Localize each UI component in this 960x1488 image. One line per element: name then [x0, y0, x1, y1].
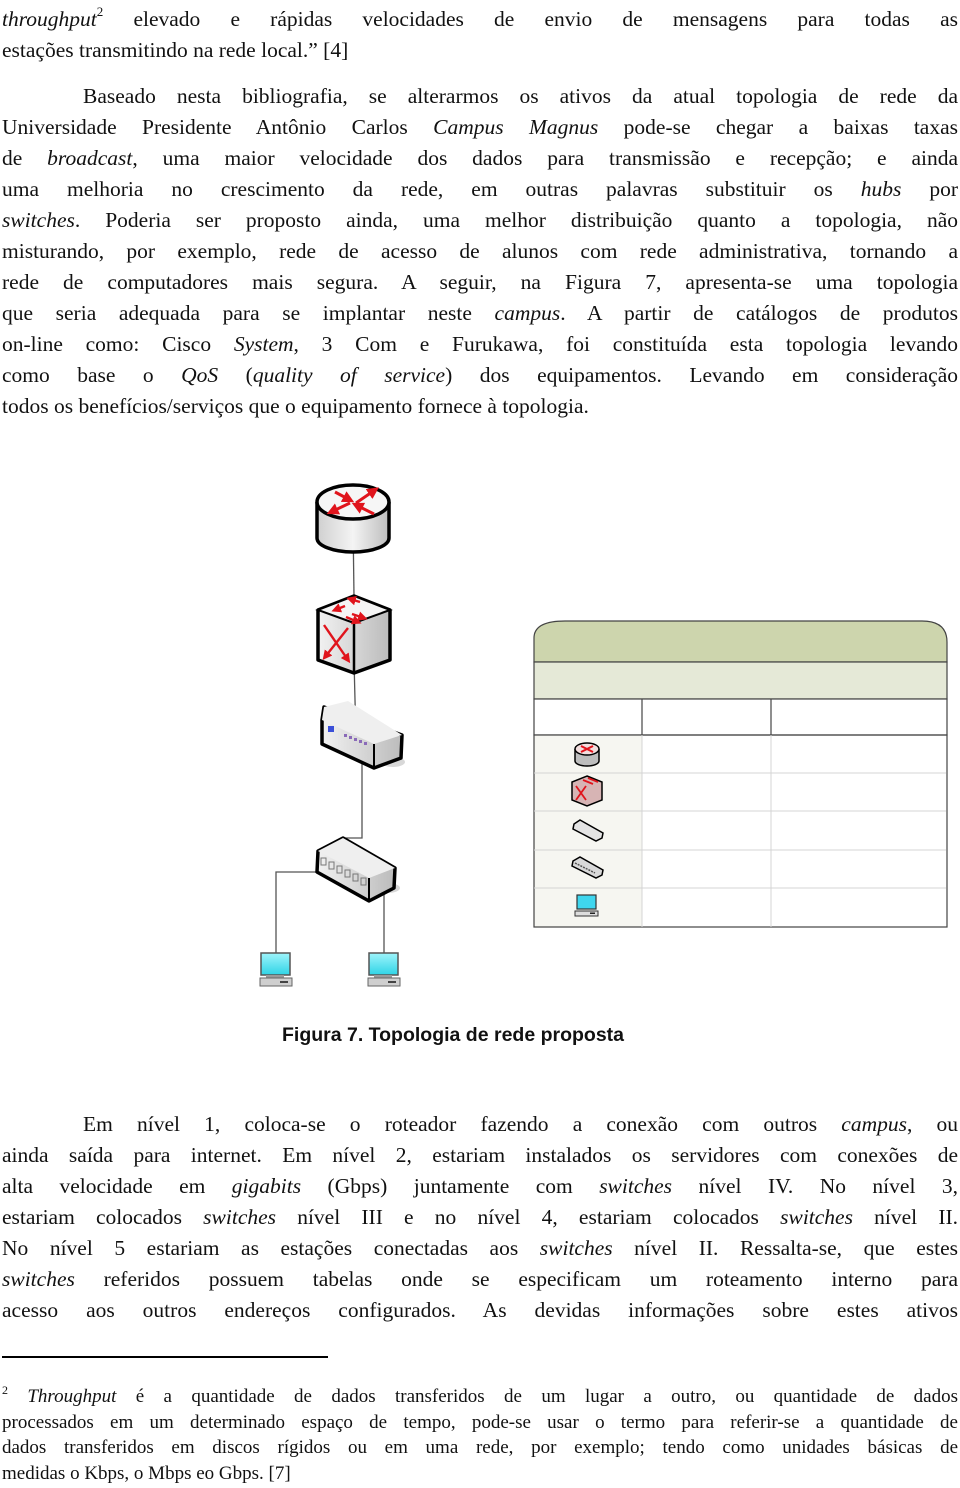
- legend-multilayer-switch-icon: [571, 775, 603, 807]
- text-line: acesso aos outros endereços configurados…: [2, 1298, 958, 1322]
- paragraph-levels-description: Em nível 1, coloca-se o roteador fazendo…: [2, 1109, 958, 1326]
- legend-router-icon: [574, 742, 600, 767]
- workgroup-switch-icon[interactable]: [320, 701, 405, 770]
- legend-subtitle-bar: [533, 661, 948, 700]
- text-line: dados transferidos em discos rígidos ou …: [2, 1437, 958, 1458]
- text-line: ainda saída para internet. Em nível 2, e…: [2, 1143, 958, 1167]
- workstation-icon[interactable]: [367, 952, 401, 987]
- workstation-icon[interactable]: [259, 952, 293, 987]
- text-line: 2 Throughput é a quantidade de dados tra…: [2, 1383, 958, 1407]
- link-access-pc1: [275, 871, 318, 955]
- multilayer-switch-icon[interactable]: [315, 594, 393, 675]
- legend-table: [533, 620, 948, 928]
- router-icon[interactable]: [315, 483, 391, 554]
- figure-caption: Figura 7. Topologia de rede proposta: [282, 1024, 625, 1046]
- text-line: Em nível 1, coloca-se o roteador fazendo…: [83, 1112, 959, 1136]
- text-line: medidas o Kbps, o Mbps eo Gbps. [7]: [2, 1462, 291, 1484]
- text-line: alta velocidade em gigabits (Gbps) junta…: [2, 1174, 959, 1198]
- text-line: processados em um determinado espaço de …: [2, 1411, 958, 1433]
- switch-icon[interactable]: [315, 836, 400, 903]
- footnote-separator: [2, 1356, 328, 1358]
- text-line: switches referidos possuem tabelas onde …: [2, 1267, 958, 1291]
- legend-workstation-icon: [574, 894, 599, 917]
- network-topology-figure: [259, 483, 948, 987]
- legend-header-row: [533, 698, 948, 736]
- footnote-marker: 2: [2, 1383, 8, 1397]
- footnote: 2 Throughput é a quantidade de dados tra…: [2, 1384, 958, 1486]
- text-line: No nível 5 estariam as estações conectad…: [2, 1236, 958, 1260]
- text-line: estariam colocados switches nível III e …: [2, 1205, 959, 1229]
- legend-title-bar: [533, 620, 948, 663]
